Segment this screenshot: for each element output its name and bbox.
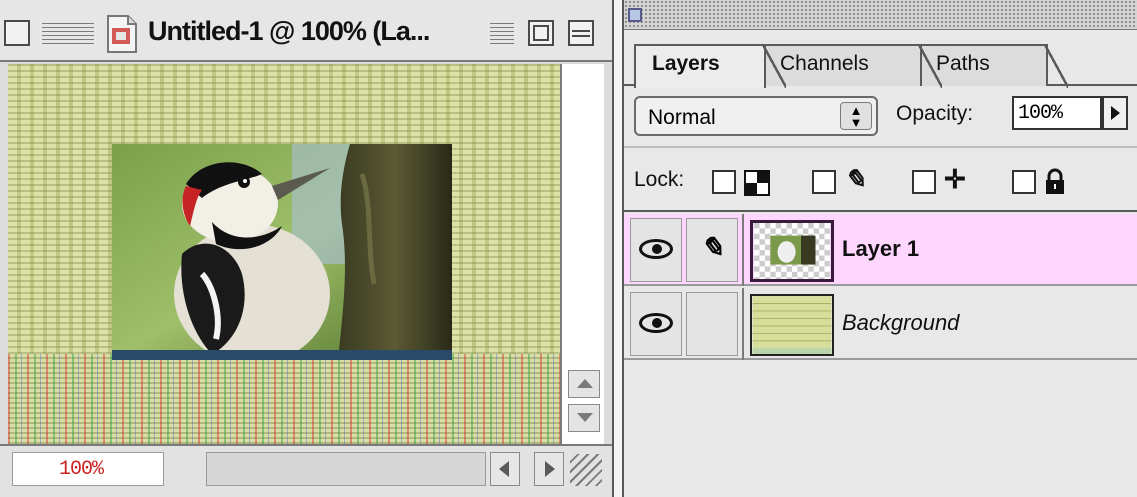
tab-layers[interactable]: Layers bbox=[634, 44, 786, 88]
layer-thumbnail bbox=[750, 294, 834, 356]
zoom-box-button[interactable] bbox=[528, 20, 554, 46]
layer-name: Layer 1 bbox=[842, 236, 920, 261]
palette-tabs: Paths Channels Layers bbox=[624, 30, 1137, 88]
layer-brush-indicator[interactable] bbox=[686, 292, 738, 356]
brush-icon: ✎ bbox=[844, 164, 866, 194]
window-divider bbox=[612, 0, 624, 497]
eye-icon bbox=[639, 313, 673, 333]
opacity-slider-button[interactable] bbox=[1102, 96, 1128, 130]
blend-mode-select[interactable]: Normal ▲ ▼ bbox=[634, 96, 878, 136]
layer-brush-indicator[interactable]: ✎ bbox=[686, 218, 738, 282]
titlebar-stripes-right bbox=[490, 20, 514, 46]
tab-channels[interactable]: Channels bbox=[762, 44, 942, 88]
scroll-left-button[interactable] bbox=[490, 452, 520, 486]
layer-visibility-toggle[interactable] bbox=[630, 292, 682, 356]
move-icon: ✛ bbox=[944, 164, 966, 194]
brush-icon: ✎ bbox=[700, 232, 724, 263]
palette-titlebar[interactable] bbox=[624, 0, 1137, 30]
vertical-scrollbar[interactable] bbox=[560, 64, 604, 444]
noise-artifact-strip bbox=[8, 354, 568, 444]
lock-transparency-checkbox[interactable] bbox=[712, 170, 736, 194]
scroll-up-button[interactable] bbox=[568, 370, 600, 398]
image-canvas[interactable] bbox=[8, 64, 568, 444]
photoshop-document-icon bbox=[107, 15, 137, 53]
layer-row-layer-1[interactable]: ✎ Layer 1 bbox=[624, 214, 1137, 286]
layer-row-background[interactable]: Background bbox=[624, 288, 1137, 360]
document-status-bar: 100% bbox=[0, 444, 612, 497]
opacity-label: Opacity: bbox=[896, 102, 974, 125]
transparency-checker-icon bbox=[744, 170, 770, 196]
layers-palette: Paths Channels Layers Normal ▲ ▼ Opacity:… bbox=[624, 0, 1137, 497]
document-titlebar[interactable]: Untitled-1 @ 100% (La... bbox=[0, 0, 612, 62]
resize-grip-icon[interactable] bbox=[570, 454, 602, 486]
palette-close-button[interactable] bbox=[628, 8, 642, 22]
lock-all-checkbox[interactable] bbox=[1012, 170, 1036, 194]
padlock-icon bbox=[1046, 168, 1064, 194]
row-divider bbox=[742, 214, 744, 286]
layer-name: Background bbox=[842, 310, 960, 335]
horizontal-scroll-track[interactable] bbox=[206, 452, 486, 486]
lock-label: Lock: bbox=[634, 168, 685, 191]
titlebar-stripes bbox=[42, 20, 94, 46]
layer-thumbnail bbox=[750, 220, 834, 282]
woodpecker-photo bbox=[112, 144, 452, 360]
opacity-input[interactable]: 100% bbox=[1012, 96, 1102, 130]
lock-image-checkbox[interactable] bbox=[812, 170, 836, 194]
zoom-level-field[interactable]: 100% bbox=[12, 452, 164, 486]
lock-row: Lock: ✎ ✛ bbox=[624, 150, 1137, 212]
blend-options-row: Normal ▲ ▼ Opacity: 100% bbox=[624, 88, 1137, 148]
select-arrows-icon: ▲ ▼ bbox=[840, 102, 872, 130]
lock-position-checkbox[interactable] bbox=[912, 170, 936, 194]
eye-icon bbox=[639, 239, 673, 259]
layer-visibility-toggle[interactable] bbox=[630, 218, 682, 282]
blend-mode-value: Normal bbox=[648, 106, 716, 129]
document-window: Untitled-1 @ 100% (La... 100% bbox=[0, 0, 612, 497]
palette-empty-area bbox=[624, 362, 1137, 497]
scroll-down-button[interactable] bbox=[568, 404, 600, 432]
row-divider bbox=[742, 288, 744, 360]
document-title: Untitled-1 @ 100% (La... bbox=[148, 16, 430, 46]
collapse-box-button[interactable] bbox=[568, 20, 594, 46]
scroll-right-button[interactable] bbox=[534, 452, 564, 486]
close-box-button[interactable] bbox=[4, 20, 30, 46]
